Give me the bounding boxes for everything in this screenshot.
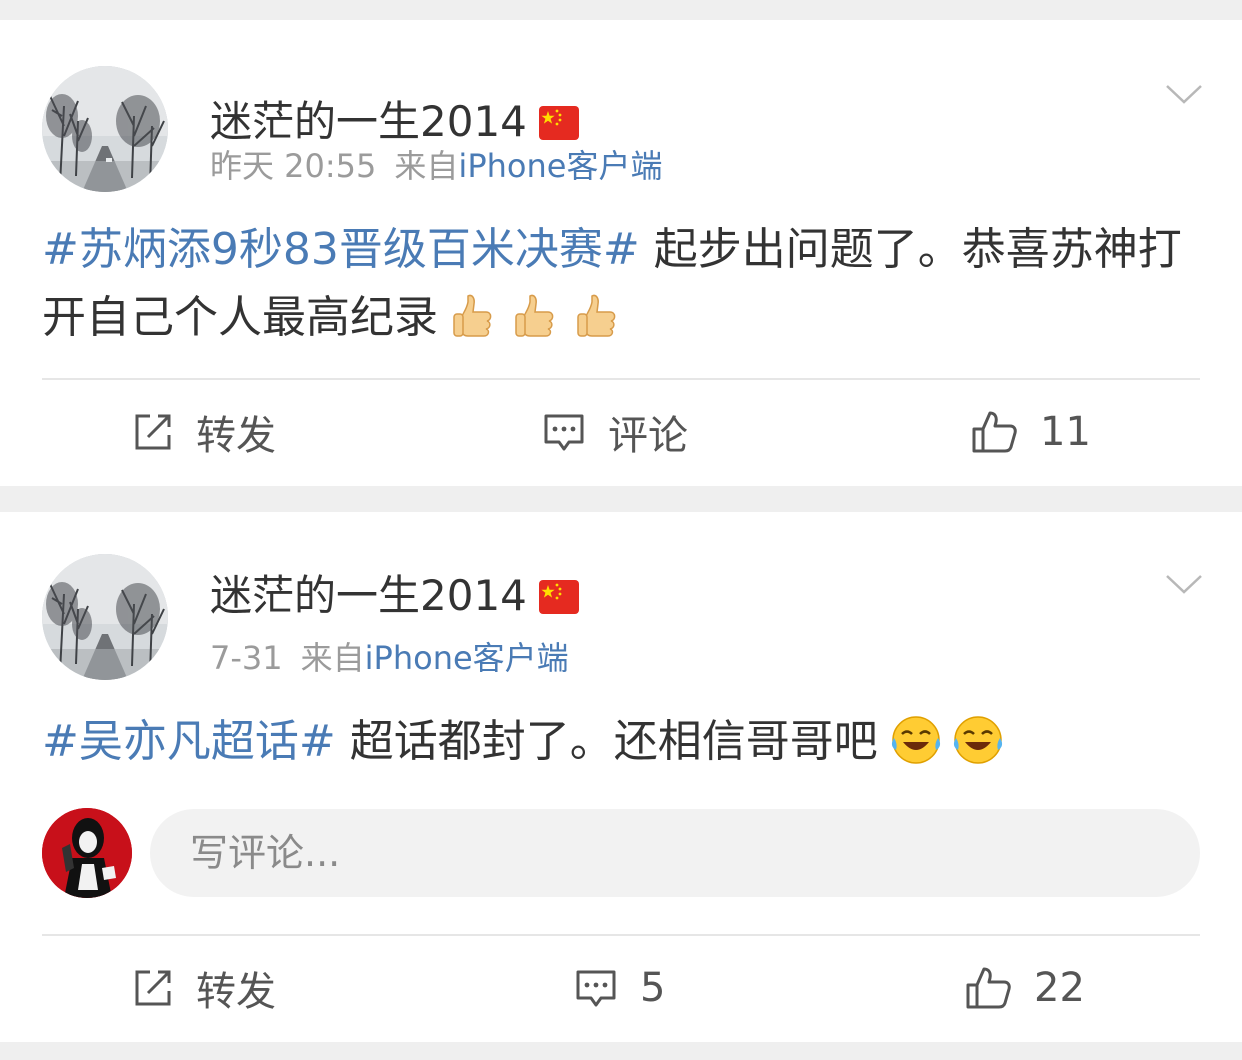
current-user-avatar[interactable] bbox=[42, 808, 132, 898]
username-text[interactable]: 迷茫的一生2014 bbox=[210, 571, 527, 620]
source-link[interactable]: iPhone客户端 bbox=[458, 147, 662, 185]
post-time: 7-31 bbox=[210, 639, 283, 677]
user-avatar[interactable] bbox=[42, 66, 168, 192]
thumbs-up-outline-icon bbox=[972, 411, 1017, 453]
post-body-text: 超话都封了。还相信哥哥吧 bbox=[335, 716, 878, 767]
comment-icon bbox=[544, 414, 584, 451]
user-avatar[interactable] bbox=[42, 554, 168, 680]
comment-button[interactable]: 评论 bbox=[542, 402, 688, 462]
post-card[interactable]: 迷茫的一生2014 7-31 来自iPhone客户端 #吴亦凡超话# 超话都封了。… bbox=[0, 512, 1242, 1042]
divider bbox=[42, 934, 1200, 936]
post-content: #苏炳添9秒83晋级百米决赛# 起步出问题了。恭喜苏神打开自己个人最高纪录 bbox=[42, 216, 1200, 352]
post-content: #吴亦凡超话# 超话都封了。还相信哥哥吧 bbox=[42, 708, 1200, 776]
username[interactable]: 迷茫的一生2014 bbox=[210, 570, 579, 622]
like-button[interactable]: 11 bbox=[970, 402, 1091, 462]
username-text[interactable]: 迷茫的一生2014 bbox=[210, 97, 527, 146]
like-count: 11 bbox=[1040, 409, 1091, 455]
chevron-down-icon[interactable] bbox=[1164, 80, 1204, 108]
repost-icon bbox=[135, 970, 171, 1006]
china-flag-icon bbox=[538, 106, 579, 140]
comment-count: 5 bbox=[640, 965, 666, 1011]
source-prefix: 来自 bbox=[300, 639, 365, 677]
repost-icon bbox=[135, 414, 171, 450]
username[interactable]: 迷茫的一生2014 bbox=[210, 96, 579, 148]
repost-label: 转发 bbox=[196, 969, 276, 1015]
post-meta: 7-31 来自iPhone客户端 bbox=[210, 638, 569, 678]
repost-button[interactable]: 转发 bbox=[132, 958, 276, 1018]
source-link[interactable]: iPhone客户端 bbox=[365, 639, 569, 677]
divider bbox=[42, 378, 1200, 380]
laugh-cry-icon bbox=[888, 714, 940, 766]
post-card[interactable]: 迷茫的一生2014 昨天 20:55 来自iPhone客户端 #苏炳添9秒83晋级… bbox=[0, 20, 1242, 486]
comment-icon bbox=[576, 970, 616, 1007]
like-button[interactable]: 22 bbox=[964, 958, 1085, 1018]
thumbs-up-icon bbox=[572, 290, 624, 342]
comment-input-placeholder: 写评论... bbox=[190, 831, 341, 875]
topic-link[interactable]: #吴亦凡超话# bbox=[42, 716, 336, 767]
china-flag-icon bbox=[538, 580, 579, 614]
thumbs-up-icon bbox=[510, 290, 562, 342]
comment-composer: 写评论... bbox=[42, 808, 1200, 900]
comment-button[interactable]: 5 bbox=[574, 958, 665, 1018]
thumbs-up-outline-icon bbox=[966, 967, 1011, 1009]
comment-input[interactable]: 写评论... bbox=[150, 809, 1200, 897]
repost-label: 转发 bbox=[196, 413, 276, 459]
repost-button[interactable]: 转发 bbox=[132, 402, 276, 462]
post-time: 昨天 20:55 bbox=[210, 147, 377, 185]
post-meta: 昨天 20:55 来自iPhone客户端 bbox=[210, 146, 662, 186]
like-count: 22 bbox=[1034, 965, 1085, 1011]
source-prefix: 来自 bbox=[394, 147, 459, 185]
comment-label: 评论 bbox=[608, 413, 688, 459]
topic-link[interactable]: #苏炳添9秒83晋级百米决赛# bbox=[42, 224, 640, 275]
laugh-cry-icon bbox=[950, 714, 1002, 766]
chevron-down-icon[interactable] bbox=[1164, 570, 1204, 598]
thumbs-up-icon bbox=[448, 290, 500, 342]
